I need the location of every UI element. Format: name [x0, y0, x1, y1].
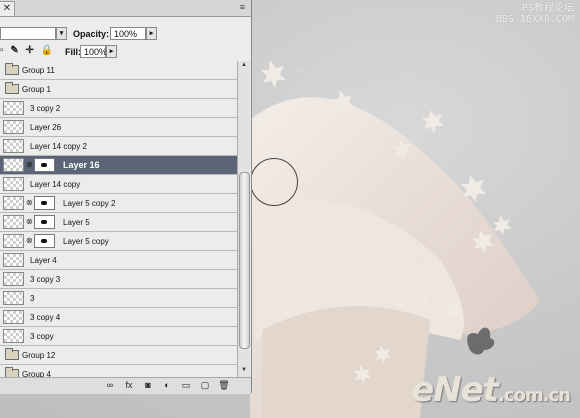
mask-link-icon[interactable]: ⊗ [26, 160, 33, 169]
layer-row[interactable]: Group 11 [0, 61, 237, 80]
brush-cursor [250, 158, 298, 206]
layer-mask-thumbnail[interactable] [34, 196, 55, 210]
fill-slider-icon[interactable]: ▸ [106, 45, 117, 58]
blend-mode-dropdown-icon[interactable]: ▾ [56, 27, 67, 40]
layer-mask-thumbnail[interactable] [34, 158, 55, 172]
opacity-slider-icon[interactable]: ▸ [146, 27, 157, 40]
logo-brand: eNet [411, 370, 499, 410]
layer-thumbnail [3, 253, 24, 267]
opacity-label: Opacity: [73, 29, 110, 39]
layer-thumbnail [3, 310, 24, 324]
layer-name: Layer 14 copy 2 [30, 142, 87, 151]
layer-mask-thumbnail[interactable] [34, 234, 55, 248]
logo-suffix: .com.cn [498, 385, 571, 406]
scroll-down-icon[interactable]: ▼ [239, 367, 249, 376]
panel-bottom-toolbar: ∞ fx ◙ ◐ ▭ ▢ 🗑 [0, 377, 251, 394]
layer-name: Group 12 [22, 351, 56, 360]
layer-thumbnail [3, 272, 24, 286]
layer-thumbnail [3, 177, 24, 191]
mask-link-icon[interactable]: ⊗ [26, 198, 33, 207]
layer-name: Layer 16 [63, 160, 100, 170]
layer-name: 3 copy 2 [30, 104, 61, 113]
fill-label: Fill: [65, 47, 81, 57]
adjustment-layer-icon[interactable]: ◐ [161, 380, 173, 391]
layer-style-icon[interactable]: fx [123, 380, 135, 391]
layer-row[interactable]: Group 12 [0, 346, 237, 365]
folder-icon [5, 367, 19, 377]
layer-name: Group 1 [22, 85, 51, 94]
watermark-line-1: PS教程论坛 [521, 3, 574, 14]
layer-row[interactable]: ⊗ Layer 5 [0, 213, 237, 232]
layer-thumbnail [3, 215, 24, 229]
layer-thumbnail [3, 158, 24, 172]
folder-icon [5, 348, 19, 360]
layer-name: Layer 5 copy 2 [63, 199, 116, 208]
watermark-line-2: BBS.16XX8.COM [495, 14, 574, 25]
add-mask-icon[interactable]: ◙ [142, 380, 154, 391]
layers-panel: ✕ ≡ ▾ Opacity: 100% ▸ ▫ ✎ ✛ 🔒 Fill: 100%… [0, 0, 252, 394]
layer-mask-thumbnail[interactable] [34, 215, 55, 229]
layer-list-scrollbar[interactable]: ▲ ▼ [237, 61, 250, 377]
new-group-icon[interactable]: ▭ [180, 380, 192, 391]
layer-row[interactable]: 3 copy 3 [0, 270, 237, 289]
layer-thumbnail [3, 291, 24, 305]
mask-link-icon[interactable]: ⊗ [26, 236, 33, 245]
layer-thumbnail [3, 329, 24, 343]
lock-fill-row: ▫ ✎ ✛ 🔒 Fill: 100% ▸ [0, 42, 251, 63]
layer-row[interactable]: 3 copy 2 [0, 99, 237, 118]
layer-thumbnail [3, 139, 24, 153]
layer-list: Group 11 Group 1 3 copy 2 Layer 26 Layer 14 … [0, 61, 237, 377]
layer-name: Layer 14 copy [30, 180, 81, 189]
new-layer-icon[interactable]: ▢ [199, 380, 211, 391]
layer-row[interactable]: Layer 14 copy 2 [0, 137, 237, 156]
layer-row[interactable]: ⊗ Layer 16 [0, 156, 237, 175]
layer-row[interactable]: Group 1 [0, 80, 237, 99]
layer-thumbnail [3, 234, 24, 248]
layer-name: 3 copy 3 [30, 275, 61, 284]
layer-row[interactable]: Group 4 [0, 365, 237, 377]
layer-row[interactable]: 3 [0, 289, 237, 308]
layer-name: Group 11 [22, 66, 55, 75]
layer-name: Layer 5 copy [63, 237, 109, 246]
layer-name: Layer 26 [30, 123, 62, 132]
link-layers-icon[interactable]: ∞ [104, 380, 116, 391]
layer-thumbnail [3, 101, 24, 115]
lock-icons[interactable]: ▫ ✎ ✛ 🔒 [0, 45, 55, 56]
folder-icon [5, 82, 19, 94]
layer-thumbnail [3, 196, 24, 210]
mask-link-icon[interactable]: ⊗ [26, 217, 33, 226]
delete-layer-icon[interactable]: 🗑 [218, 380, 230, 391]
blend-mode-select[interactable] [0, 27, 56, 40]
layer-name: 3 [30, 294, 35, 303]
scroll-up-icon[interactable]: ▲ [239, 62, 249, 71]
layer-name: 3 copy [30, 332, 54, 341]
close-tab-icon[interactable]: ✕ [0, 1, 15, 16]
fill-field[interactable]: 100% [80, 45, 107, 58]
layer-row[interactable]: ⊗ Layer 5 copy [0, 232, 237, 251]
panel-menu-icon[interactable]: ≡ [240, 2, 245, 12]
layer-row[interactable]: Layer 4 [0, 251, 237, 270]
layer-name: Layer 5 [63, 218, 90, 227]
layer-name: 3 copy 4 [30, 313, 61, 322]
folder-icon [5, 63, 19, 75]
scroll-thumb[interactable] [239, 172, 250, 349]
layer-row[interactable]: Layer 26 [0, 118, 237, 137]
layer-row[interactable]: Layer 14 copy [0, 175, 237, 194]
forum-watermark: PS教程论坛 BBS.16XX8.COM [496, 3, 574, 25]
layer-row[interactable]: 3 copy [0, 327, 237, 346]
enet-logo: eNet.com.cn [411, 370, 571, 410]
layer-name: Layer 4 [30, 256, 57, 265]
layer-thumbnail [3, 120, 24, 134]
layer-row[interactable]: 3 copy 4 [0, 308, 237, 327]
opacity-field[interactable]: 100% [110, 27, 146, 40]
layer-row[interactable]: ⊗ Layer 5 copy 2 [0, 194, 237, 213]
panel-tab-bar: ✕ ≡ [0, 0, 251, 17]
layer-name: Group 4 [22, 370, 51, 377]
